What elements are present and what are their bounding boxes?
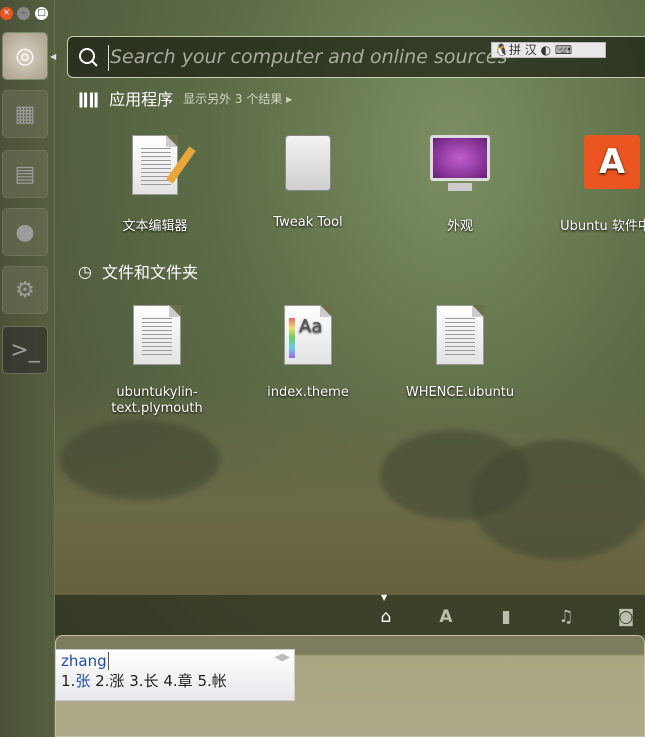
file-label: WHENCE.ubuntu (405, 385, 515, 400)
ime-candidate[interactable]: 1.张 (61, 672, 90, 690)
ime-status-bar[interactable]: 🐧拼 汉 ◐ ⌨ (491, 42, 606, 58)
app-item[interactable]: 文本编辑器 (80, 135, 230, 234)
app-label: Ubuntu 软件中心 (560, 219, 645, 234)
files-icon[interactable]: ▦ (2, 90, 48, 138)
ime-candidate[interactable]: 4.章 (163, 672, 192, 690)
file-item[interactable]: Aa index.theme (233, 305, 383, 400)
app-item[interactable]: Tweak Tool (233, 135, 383, 230)
candidate-char: 章 (177, 672, 193, 690)
ime-candidate-popup: zhang ◀▶ 1.张 2.涨 3.长 4.章 5.帐 (55, 649, 295, 701)
ime-page-arrows-icon[interactable]: ◀▶ (275, 652, 290, 663)
search-icon (79, 48, 98, 67)
applications-lens-icon[interactable]: A (435, 607, 457, 627)
terminal-icon[interactable]: >_ (2, 326, 48, 374)
lens-bar: ▼ ⌂ A ▮ ♫ ◙ (55, 593, 645, 635)
text-cursor (108, 45, 109, 71)
text-file-icon (127, 305, 187, 367)
software-center-icon: A (582, 135, 642, 197)
candidate-number: 3. (129, 672, 144, 690)
close-button[interactable]: × (0, 7, 13, 20)
dash-home-icon[interactable]: ◎ (2, 32, 48, 80)
ime-input-text: zhang (61, 652, 289, 670)
text-editor-icon (125, 135, 196, 197)
file-item[interactable]: WHENCE.ubuntu (385, 305, 535, 400)
minimize-button[interactable]: – (17, 7, 30, 20)
candidate-number: 5. (197, 672, 212, 690)
search-bar[interactable]: Search your computer and online sources … (67, 36, 645, 78)
file-item[interactable]: ubuntukylin-text.plymouth (82, 305, 232, 417)
background-tree (60, 420, 220, 500)
candidate-char: 长 (143, 672, 159, 690)
files-title: 文件和文件夹 (101, 263, 198, 282)
show-more-label: 显示另外 3 个结果 (183, 91, 283, 106)
background-tree (470, 440, 645, 560)
show-more-link[interactable]: 显示另外 3 个结果 ▸ (183, 90, 292, 107)
file-label: ubuntukylin-text.plymouth (111, 385, 203, 416)
ime-caret (107, 652, 109, 670)
ime-indicator: 拼 汉 (508, 43, 537, 57)
photos-lens-icon[interactable]: ◙ (615, 607, 637, 627)
file-cabinet-icon[interactable]: ▤ (2, 150, 48, 198)
file-label: index.theme (267, 385, 349, 400)
candidate-char: 张 (75, 672, 91, 690)
active-lens-arrow-icon: ▼ (381, 593, 388, 602)
active-arrow-icon: ◀ (50, 52, 57, 61)
ime-candidate[interactable]: 2.涨 (95, 672, 124, 690)
candidate-number: 2. (95, 672, 110, 690)
ime-candidate[interactable]: 5.帐 (197, 672, 226, 690)
candidate-number: 1. (61, 672, 76, 690)
ime-candidate[interactable]: 3.长 (129, 672, 158, 690)
launcher: ◎ ▦ ▤ ● ⚙ >_ (0, 0, 55, 737)
app-label: 外观 (446, 219, 473, 234)
app-label: Tweak Tool (273, 215, 343, 230)
app-item[interactable]: 外观 (385, 135, 535, 234)
apps-category-icon: ǁǁ (78, 88, 100, 108)
files-lens-icon[interactable]: ▮ (495, 607, 517, 627)
apps-title: 应用程序 (109, 90, 174, 109)
recent-clock-icon: ◷ (78, 261, 92, 281)
system-settings-icon[interactable]: ⚙ (2, 266, 48, 314)
music-lens-icon[interactable]: ♫ (555, 607, 577, 627)
theme-file-icon: Aa (278, 305, 338, 367)
candidate-char: 涨 (109, 672, 125, 690)
candidate-char: 帐 (211, 672, 227, 690)
firefox-icon[interactable]: ● (2, 208, 48, 256)
appearance-icon (430, 135, 490, 197)
apps-header: ǁǁ 应用程序 显示另外 3 个结果 ▸ (78, 86, 292, 110)
ime-candidates: 1.张 2.涨 3.长 4.章 5.帐 (61, 670, 289, 691)
app-label: 文本编辑器 (122, 219, 188, 234)
app-item[interactable]: A Ubuntu 软件中心 (537, 135, 645, 234)
text-file-icon (430, 305, 490, 367)
files-header: ◷ 文件和文件夹 (78, 259, 198, 283)
tweak-tool-icon (278, 135, 338, 197)
search-input[interactable]: Search your computer and online sources (110, 46, 507, 68)
candidate-number: 4. (163, 672, 178, 690)
ime-preedit: zhang (61, 652, 107, 670)
maximize-button[interactable]: □ (35, 7, 48, 20)
home-lens-icon[interactable]: ⌂ (375, 607, 397, 627)
